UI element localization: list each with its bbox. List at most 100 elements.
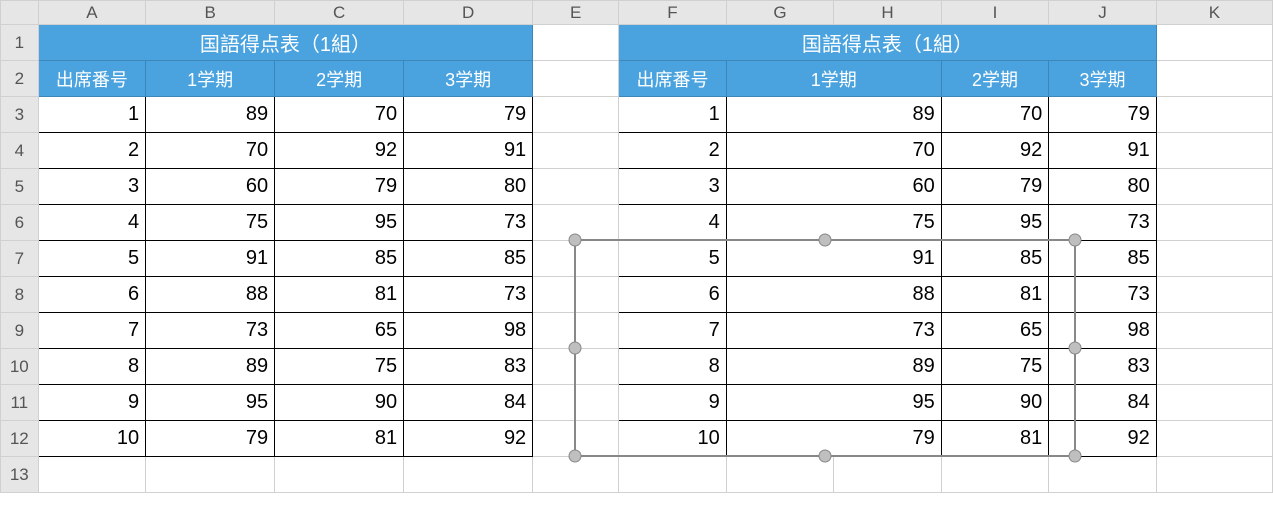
table2-cell-r8-c1[interactable]: 89 [726,349,941,385]
cell-H13[interactable] [834,457,942,493]
table1-cell-r1-c0[interactable]: 1 [38,97,146,133]
table1-cell-r1-c1[interactable]: 89 [146,97,275,133]
table2-cell-r9-c3[interactable]: 84 [1049,385,1157,421]
row-header-9[interactable]: 9 [1,313,39,349]
table1-header-2[interactable]: 2学期 [275,61,404,97]
table1-header-0[interactable]: 出席番号 [38,61,146,97]
table1-cell-r7-c3[interactable]: 98 [404,313,533,349]
table2-cell-r9-c2[interactable]: 90 [941,385,1049,421]
cell-E11[interactable] [533,385,619,421]
table1-cell-r1-c3[interactable]: 79 [404,97,533,133]
cell-K5[interactable] [1156,169,1272,205]
table2-cell-r5-c0[interactable]: 5 [619,241,727,277]
row-header-12[interactable]: 12 [1,421,39,457]
table1-cell-r6-c3[interactable]: 73 [404,277,533,313]
table1-cell-r3-c2[interactable]: 79 [275,169,404,205]
cell-K2[interactable] [1156,61,1272,97]
table2-cell-r6-c3[interactable]: 73 [1049,277,1157,313]
table1-cell-r7-c0[interactable]: 7 [38,313,146,349]
cell-E4[interactable] [533,133,619,169]
cell-E1[interactable] [533,25,619,61]
row-header-1[interactable]: 1 [1,25,39,61]
cell-E9[interactable] [533,313,619,349]
table2-cell-r1-c3[interactable]: 79 [1049,97,1157,133]
table1-cell-r7-c2[interactable]: 65 [275,313,404,349]
table2-cell-r8-c3[interactable]: 83 [1049,349,1157,385]
table2-cell-r7-c3[interactable]: 98 [1049,313,1157,349]
table1-cell-r10-c2[interactable]: 81 [275,421,404,457]
table1-cell-r8-c2[interactable]: 75 [275,349,404,385]
table2-cell-r3-c0[interactable]: 3 [619,169,727,205]
table2-cell-r6-c2[interactable]: 81 [941,277,1049,313]
table1-cell-r5-c1[interactable]: 91 [146,241,275,277]
table1-cell-r10-c3[interactable]: 92 [404,421,533,457]
table1-cell-r3-c0[interactable]: 3 [38,169,146,205]
cell-E6[interactable] [533,205,619,241]
table1-cell-r4-c3[interactable]: 73 [404,205,533,241]
table1-cell-r9-c2[interactable]: 90 [275,385,404,421]
table1-cell-r9-c3[interactable]: 84 [404,385,533,421]
column-header-D[interactable]: D [404,1,533,25]
table2-cell-r6-c1[interactable]: 88 [726,277,941,313]
row-header-13[interactable]: 13 [1,457,39,493]
table2-cell-r2-c3[interactable]: 91 [1049,133,1157,169]
spreadsheet-grid[interactable]: ABCDEFGHIJK1国語得点表（1組）国語得点表（1組）2出席番号1学期2学… [0,0,1273,493]
table2-cell-r5-c3[interactable]: 85 [1049,241,1157,277]
table2-cell-r8-c0[interactable]: 8 [619,349,727,385]
cell-E5[interactable] [533,169,619,205]
table2-cell-r7-c0[interactable]: 7 [619,313,727,349]
table2-cell-r10-c2[interactable]: 81 [941,421,1049,457]
cell-D13[interactable] [404,457,533,493]
table2-cell-r4-c0[interactable]: 4 [619,205,727,241]
table2-cell-r4-c1[interactable]: 75 [726,205,941,241]
column-header-K[interactable]: K [1156,1,1272,25]
table1-cell-r2-c3[interactable]: 91 [404,133,533,169]
cell-B13[interactable] [146,457,275,493]
table2-cell-r1-c0[interactable]: 1 [619,97,727,133]
cell-K3[interactable] [1156,97,1272,133]
table1-header-3[interactable]: 3学期 [404,61,533,97]
table2-cell-r10-c0[interactable]: 10 [619,421,727,457]
table1-cell-r2-c1[interactable]: 70 [146,133,275,169]
cell-G13[interactable] [726,457,834,493]
table1-cell-r10-c0[interactable]: 10 [38,421,146,457]
row-header-2[interactable]: 2 [1,61,39,97]
table2-cell-r3-c2[interactable]: 79 [941,169,1049,205]
cell-E7[interactable] [533,241,619,277]
table2-cell-r2-c0[interactable]: 2 [619,133,727,169]
row-header-11[interactable]: 11 [1,385,39,421]
table2-cell-r5-c1[interactable]: 91 [726,241,941,277]
table1-cell-r8-c1[interactable]: 89 [146,349,275,385]
table1-cell-r7-c1[interactable]: 73 [146,313,275,349]
table1-title[interactable]: 国語得点表（1組） [38,25,533,61]
table1-cell-r2-c0[interactable]: 2 [38,133,146,169]
table2-cell-r3-c1[interactable]: 60 [726,169,941,205]
row-header-5[interactable]: 5 [1,169,39,205]
cell-K4[interactable] [1156,133,1272,169]
cell-K6[interactable] [1156,205,1272,241]
table2-cell-r4-c3[interactable]: 73 [1049,205,1157,241]
table2-cell-r10-c1[interactable]: 79 [726,421,941,457]
table1-cell-r6-c0[interactable]: 6 [38,277,146,313]
cell-K11[interactable] [1156,385,1272,421]
column-header-B[interactable]: B [146,1,275,25]
row-header-10[interactable]: 10 [1,349,39,385]
table2-cell-r9-c1[interactable]: 95 [726,385,941,421]
table1-cell-r1-c2[interactable]: 70 [275,97,404,133]
table1-cell-r2-c2[interactable]: 92 [275,133,404,169]
cell-J13[interactable] [1049,457,1157,493]
table1-cell-r6-c1[interactable]: 88 [146,277,275,313]
table1-cell-r6-c2[interactable]: 81 [275,277,404,313]
table1-cell-r3-c3[interactable]: 80 [404,169,533,205]
table1-cell-r5-c3[interactable]: 85 [404,241,533,277]
cell-A13[interactable] [38,457,146,493]
table1-cell-r4-c1[interactable]: 75 [146,205,275,241]
cell-E8[interactable] [533,277,619,313]
row-header-8[interactable]: 8 [1,277,39,313]
row-header-3[interactable]: 3 [1,97,39,133]
table2-cell-r1-c1[interactable]: 89 [726,97,941,133]
table1-cell-r4-c0[interactable]: 4 [38,205,146,241]
table2-header-1[interactable]: 1学期 [726,61,941,97]
table2-cell-r8-c2[interactable]: 75 [941,349,1049,385]
cell-K1[interactable] [1156,25,1272,61]
